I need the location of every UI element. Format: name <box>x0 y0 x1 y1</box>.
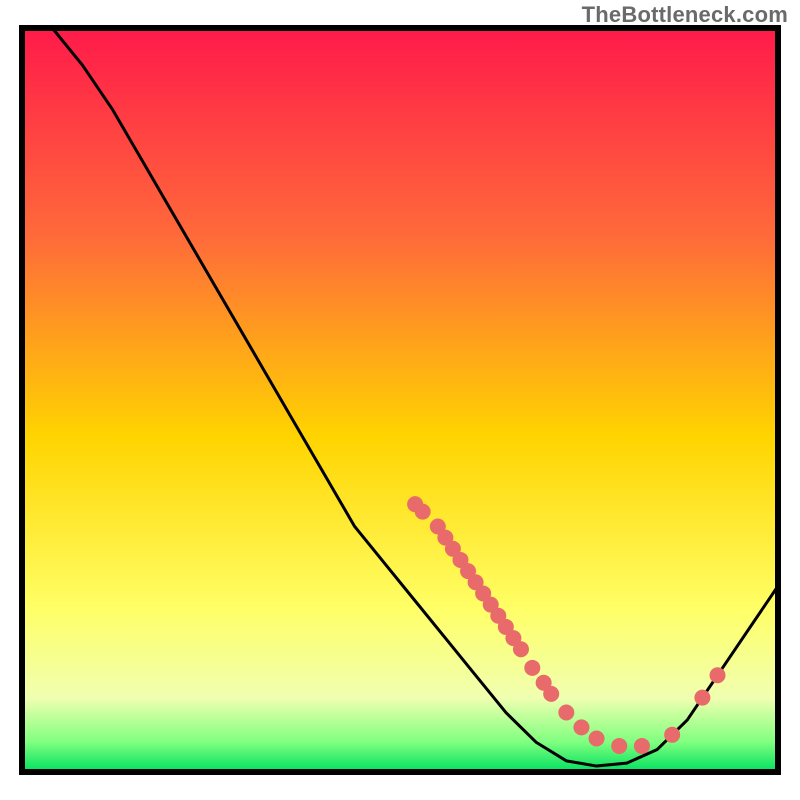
data-marker <box>694 690 710 706</box>
data-marker <box>634 738 650 754</box>
data-marker <box>524 660 540 676</box>
data-marker <box>710 667 726 683</box>
data-marker <box>573 719 589 735</box>
data-marker <box>558 704 574 720</box>
data-marker <box>543 686 559 702</box>
data-marker <box>513 641 529 657</box>
bottleneck-chart <box>0 0 800 800</box>
gradient-background <box>22 28 778 772</box>
data-marker <box>589 731 605 747</box>
data-marker <box>611 738 627 754</box>
data-marker <box>415 504 431 520</box>
attribution-label: TheBottleneck.com <box>582 2 788 28</box>
chart-container: TheBottleneck.com <box>0 0 800 800</box>
data-marker <box>664 727 680 743</box>
